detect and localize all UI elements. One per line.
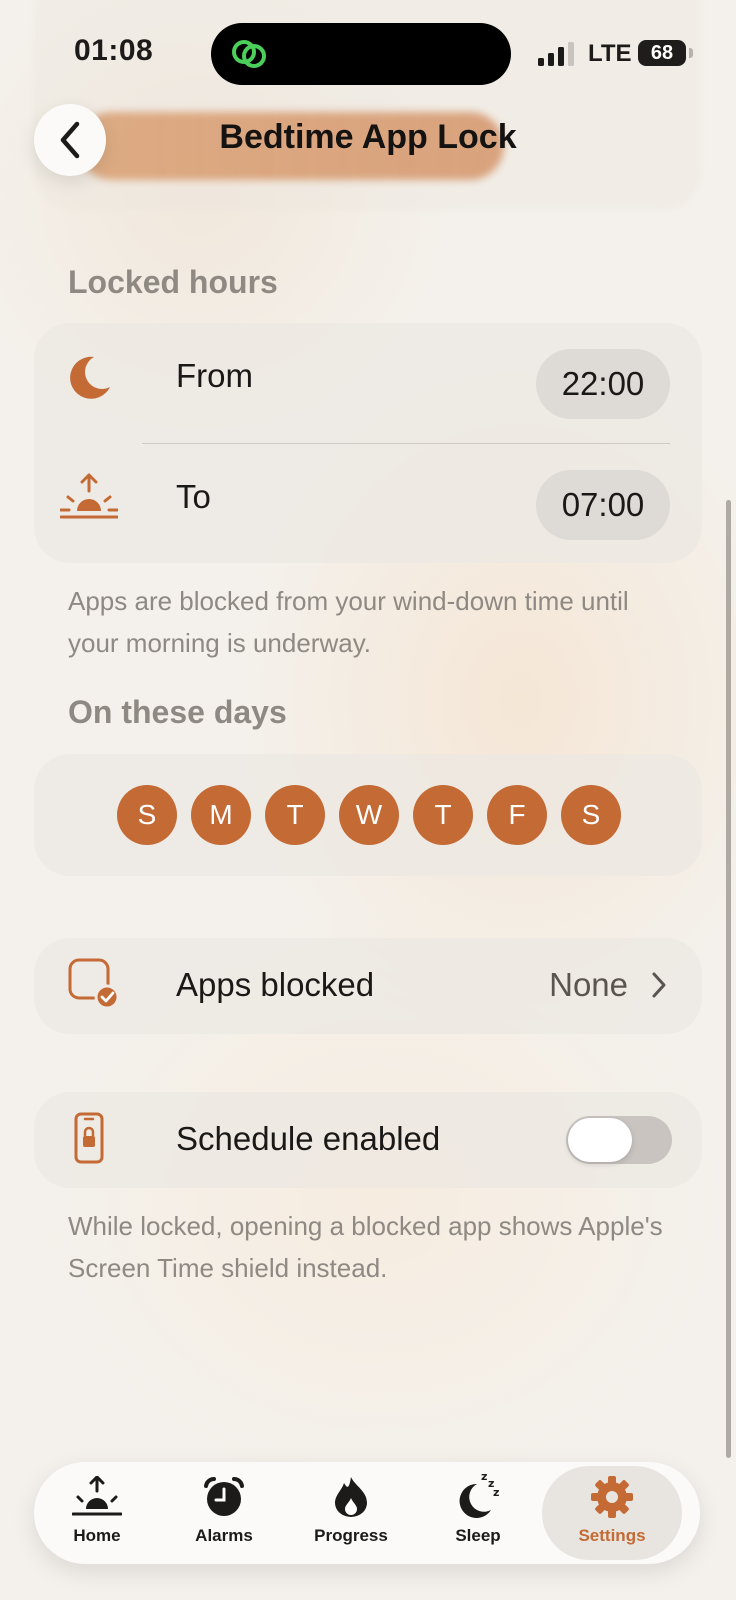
schedule-helper: While locked, opening a blocked app show… <box>68 1211 663 1283</box>
day-toggle-monday[interactable]: M <box>191 785 251 845</box>
tab-sleep[interactable]: z z z Sleep <box>415 1466 541 1560</box>
tab-progress[interactable]: Progress <box>288 1466 414 1560</box>
battery-indicator: 68 <box>638 40 686 66</box>
link-rings-icon <box>232 40 266 68</box>
sunrise-icon <box>72 1476 122 1516</box>
to-time-picker[interactable]: 07:00 <box>536 470 670 540</box>
moon-zzz-icon: z z z <box>459 1470 499 1518</box>
dynamic-island <box>211 23 511 85</box>
status-time: 01:08 <box>74 34 154 67</box>
scrollbar[interactable] <box>726 500 731 1458</box>
day-toggle-saturday[interactable]: S <box>561 785 621 845</box>
tab-settings-label: Settings <box>578 1526 646 1545</box>
locked-hours-heading: Locked hours <box>68 264 278 300</box>
chevron-right-icon <box>652 972 666 998</box>
locked-hours-helper: Apps are blocked from your wind-down tim… <box>68 586 629 658</box>
to-label: To <box>176 478 211 515</box>
tab-progress-label: Progress <box>314 1526 388 1545</box>
page-title: Bedtime App Lock <box>219 118 517 156</box>
locked-hours-card: From 22:00 To 07:00 <box>34 323 702 563</box>
tab-alarms-label: Alarms <box>195 1526 253 1545</box>
tab-home-label: Home <box>73 1526 121 1545</box>
days-heading: On these days <box>68 694 287 730</box>
day-toggle-wednesday[interactable]: W <box>339 785 399 845</box>
locked-phone-icon <box>74 1112 104 1164</box>
signal-icon <box>538 42 574 66</box>
day-toggle-thursday[interactable]: T <box>413 785 473 845</box>
tab-home[interactable]: Home <box>34 1466 160 1560</box>
svg-text:z: z <box>481 1470 487 1483</box>
tab-alarms[interactable]: Alarms <box>161 1466 287 1560</box>
alarm-clock-icon <box>204 1476 244 1516</box>
apps-blocked-value: None <box>549 966 628 1003</box>
schedule-enabled-toggle[interactable] <box>566 1116 672 1164</box>
moon-icon <box>70 356 110 399</box>
apps-blocked-row[interactable]: Apps blocked None <box>34 938 702 1034</box>
network-type: LTE <box>588 40 632 67</box>
tab-settings[interactable]: Settings <box>542 1466 682 1560</box>
app-check-icon <box>68 958 120 1010</box>
schedule-enabled-row: Schedule enabled <box>34 1092 702 1188</box>
day-toggle-friday[interactable]: F <box>487 785 547 845</box>
apps-blocked-label: Apps blocked <box>176 966 375 1003</box>
day-toggle-tuesday[interactable]: T <box>265 785 325 845</box>
day-toggle-sunday[interactable]: S <box>117 785 177 845</box>
schedule-enabled-label: Schedule enabled <box>176 1120 441 1157</box>
gear-icon <box>591 1476 633 1518</box>
row-divider <box>142 443 670 444</box>
sunrise-icon <box>60 473 118 519</box>
tab-bar: Home Alarms Progress z z z Sleep Setting… <box>34 1462 700 1564</box>
day-selector: S M T W T F S <box>117 785 621 845</box>
flame-icon <box>335 1477 367 1517</box>
svg-text:z: z <box>493 1486 499 1499</box>
from-time-picker[interactable]: 22:00 <box>536 349 670 419</box>
tab-sleep-label: Sleep <box>455 1526 501 1545</box>
toggle-knob <box>568 1118 632 1162</box>
from-label: From <box>176 357 253 394</box>
battery-tip <box>689 48 693 58</box>
